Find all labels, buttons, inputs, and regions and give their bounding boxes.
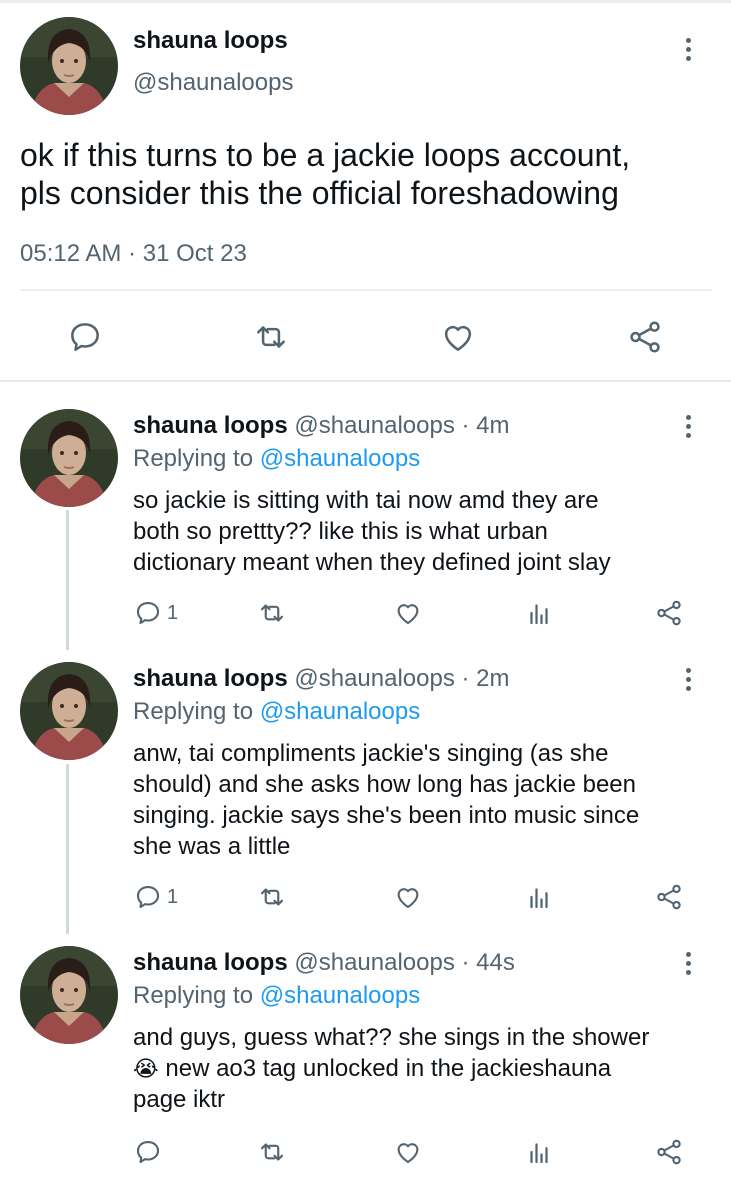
text-line: anw, tai compliments jackie's singing (a… [133,740,609,767]
reply-text: so jackie is sitting with tai now amd th… [133,485,611,578]
thread-line [66,764,69,934]
share-button[interactable] [626,318,664,356]
text-line: should) and she asks how long has jackie… [133,771,636,798]
reply-text: and guys, guess what?? she sings in the … [133,1022,649,1115]
display-name[interactable]: shauna loops [133,412,288,439]
retweet-button[interactable] [252,318,290,356]
thread-line [66,510,69,650]
tweet-text-line-1: ok if this turns to be a jackie loops ac… [20,137,631,173]
avatar[interactable] [20,409,118,507]
retweet-icon [260,888,284,906]
reply-icon [136,1140,160,1164]
share-icon [657,1139,681,1165]
replying-to-label: Replying to [133,698,254,725]
user-handle[interactable]: @shaunaloops [294,949,454,976]
views-button[interactable] [524,882,554,912]
divider [20,289,712,291]
more-options-icon[interactable] [681,38,695,74]
avatar[interactable] [20,662,118,760]
share-button[interactable] [654,1137,684,1167]
replying-to: Replying to @shaunaloops [133,696,420,727]
replying-to-handle[interactable]: @shaunaloops [260,445,420,472]
reply-icon [136,601,160,625]
display-name[interactable]: shauna loops [133,665,288,692]
text-line-content: new ao3 tag unlocked in the jackieshauna [158,1055,612,1082]
retweet-icon [260,604,284,622]
display-name[interactable]: shauna loops [133,27,288,55]
views-icon [530,888,548,909]
more-options-icon[interactable] [681,668,695,704]
retweet-button[interactable] [257,1137,287,1167]
text-line: and guys, guess what?? she sings in the … [133,1024,650,1051]
retweet-button[interactable] [257,598,287,628]
user-handle[interactable]: @shaunaloops [294,412,454,439]
views-button[interactable] [524,1137,554,1167]
reply-button[interactable]: 1 [133,598,178,628]
like-icon [397,1143,419,1164]
replying-to-label: Replying to [133,445,254,472]
share-button[interactable] [654,882,684,912]
tweet-text-line-2: pls consider this the official foreshado… [20,175,619,211]
replying-to: Replying to @shaunaloops [133,443,420,474]
like-icon [397,888,419,909]
like-icon [397,604,419,625]
reply-header: shauna loops @shaunaloops · 2m [133,663,510,694]
more-options-icon[interactable] [681,952,695,988]
more-options-icon[interactable] [681,415,695,451]
like-button[interactable] [393,882,423,912]
text-line: she was a little [133,833,291,860]
replying-to-handle[interactable]: @shaunaloops [260,982,420,1009]
views-icon [530,604,548,625]
like-button[interactable] [439,318,477,356]
avatar[interactable] [20,946,118,1044]
tweet-timestamp: 05:12 AM · 31 Oct 23 [20,240,247,267]
text-line: page iktr [133,1086,226,1113]
views-icon [530,1143,548,1164]
share-icon [657,600,681,626]
avatar[interactable] [20,17,118,115]
reply-button[interactable]: 1 [133,882,178,912]
user-handle[interactable]: @shaunaloops [133,69,293,97]
reply-count: 1 [167,885,179,908]
views-button[interactable] [524,598,554,628]
like-button[interactable] [393,598,423,628]
post-time: · 4m [461,412,510,439]
reply-count: 1 [167,601,179,624]
display-name[interactable]: shauna loops [133,949,288,976]
text-line: 😭 new ao3 tag unlocked in the jackieshau… [133,1053,649,1084]
text-line: singing. jackie says she's been into mus… [133,802,640,829]
section-divider [0,380,731,382]
post-time: · 44s [461,949,515,976]
top-divider [0,0,731,3]
replying-to: Replying to @shaunaloops [133,980,420,1011]
text-line: dictionary meant when they defined joint… [133,549,611,576]
retweet-icon [260,1143,284,1161]
reply-header: shauna loops @shaunaloops · 4m [133,410,510,441]
reply-icon [71,323,99,351]
like-icon [444,325,472,351]
share-icon [630,321,660,353]
replying-to-handle[interactable]: @shaunaloops [260,698,420,725]
reply-text: anw, tai compliments jackie's singing (a… [133,738,639,862]
reply-button[interactable] [66,318,104,356]
like-button[interactable] [393,1137,423,1167]
reply-header: shauna loops @shaunaloops · 44s [133,947,515,978]
share-button[interactable] [654,598,684,628]
reply-icon [136,885,160,909]
text-line: so jackie is sitting with tai now amd th… [133,487,599,514]
replying-to-label: Replying to [133,982,254,1009]
share-icon [657,884,681,910]
user-handle[interactable]: @shaunaloops [294,665,454,692]
retweet-button[interactable] [257,882,287,912]
crying-face-emoji: 😭 [133,1056,159,1081]
text-line: both so prettty?? like this is what urba… [133,518,548,545]
reply-button[interactable] [133,1137,167,1167]
post-time: · 2m [461,665,510,692]
retweet-icon [257,326,285,348]
